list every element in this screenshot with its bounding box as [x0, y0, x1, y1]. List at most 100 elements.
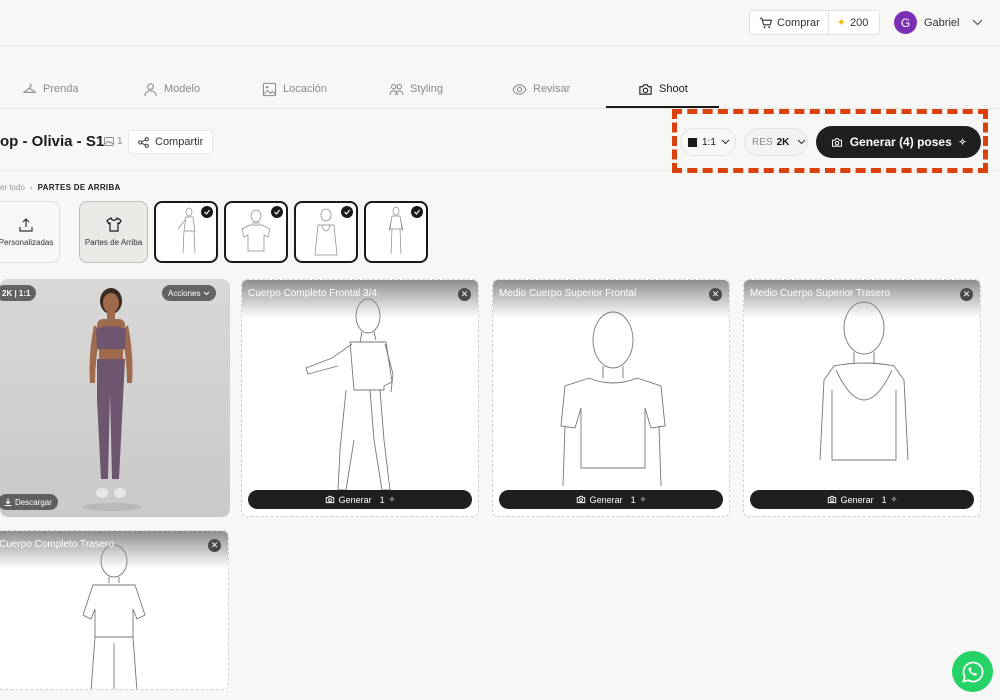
chevron-down-icon [721, 139, 730, 145]
generated-photo-card[interactable]: 2K | 1:1 Acciones Descargar [0, 279, 230, 517]
camera-icon [576, 495, 585, 504]
pose-thumbnail-2[interactable] [224, 201, 288, 263]
generate-label: Generar [338, 494, 372, 505]
sparkle-icon: ✧ [958, 136, 967, 147]
user-icon [144, 82, 157, 96]
breadcrumb-current: PARTES DE ARRIBA [37, 183, 121, 192]
pose-title: Medio Cuerpo Superior Trasero [750, 288, 891, 299]
user-name: Gabriel [924, 16, 960, 29]
check-icon [201, 206, 213, 218]
generate-pose-button[interactable]: Generar 1 ✧ [248, 490, 472, 509]
tab-label: Shoot [659, 83, 688, 95]
generate-pose-button[interactable]: Generar 1 ✧ [750, 490, 974, 509]
chevron-down-icon [797, 139, 806, 145]
generate-poses-button[interactable]: Generar (4) poses ✧ [816, 126, 981, 158]
pose-thumbnail-1[interactable] [154, 201, 218, 263]
image-count: 1 [104, 136, 123, 147]
pose-card-2: Medio Cuerpo Superior Frontal ✕ Generar … [492, 279, 730, 517]
breadcrumb-separator: › [29, 183, 33, 192]
camera-icon [827, 495, 836, 504]
category-label: Partes de Arriba [84, 238, 143, 247]
share-label: Compartir [155, 136, 204, 148]
generate-label: Generar [840, 494, 874, 505]
close-icon[interactable]: ✕ [960, 288, 973, 301]
card-header [744, 280, 980, 318]
close-icon[interactable]: ✕ [458, 288, 471, 301]
tab-prenda[interactable]: Prenda [22, 70, 78, 108]
close-icon[interactable]: ✕ [208, 539, 221, 552]
breadcrumb: er todo › PARTES DE ARRIBA [0, 183, 121, 192]
tab-label: Prenda [43, 83, 79, 95]
share-icon [138, 136, 149, 148]
tab-revisar[interactable]: Revisar [512, 70, 570, 108]
tab-styling[interactable]: Styling [389, 70, 443, 108]
cart-icon [759, 17, 772, 28]
tab-label: Styling [410, 83, 444, 95]
eye-icon [512, 83, 527, 95]
generate-label: Generar [589, 494, 623, 505]
top-bar: Comprar ✦ 200 G Gabriel [0, 0, 1000, 46]
image-icon [262, 82, 277, 96]
share-button[interactable]: Compartir [128, 130, 214, 154]
sparkle-icon: ✦ [836, 17, 847, 29]
pose-thumbnail-4[interactable] [364, 201, 428, 263]
pose-thumbnail-3[interactable] [294, 201, 358, 263]
res-prefix: RES [752, 136, 773, 148]
generate-count: 1 [881, 494, 887, 505]
chevron-down-icon [973, 19, 983, 26]
check-icon [411, 206, 423, 218]
pose-card-4: Cuerpo Completo Trasero ✕ [0, 530, 229, 690]
resolution-select[interactable]: RES 2K [744, 128, 808, 156]
generate-label: Generar (4) poses [849, 135, 952, 149]
camera-icon [325, 495, 334, 504]
category-label: Personalizadas [0, 237, 54, 247]
tab-label: Locación [283, 83, 328, 95]
tab-shoot[interactable]: Shoot [638, 70, 688, 108]
whatsapp-icon [961, 661, 983, 683]
ratio-value: 1:1 [702, 136, 716, 148]
download-icon [4, 498, 12, 506]
aspect-ratio-select[interactable]: 1:1 [680, 128, 736, 156]
square-icon [688, 137, 697, 147]
tab-label: Modelo [164, 83, 201, 95]
generate-count: 1 [379, 494, 385, 505]
category-partes-de-arriba[interactable]: Partes de Arriba [79, 201, 148, 263]
breadcrumb-parent[interactable]: er todo [0, 183, 25, 192]
generate-pose-button[interactable]: Generar 1 ✧ [499, 490, 723, 509]
actions-menu-button[interactable]: Acciones [162, 285, 217, 301]
chevron-down-icon [204, 291, 210, 295]
buy-button[interactable]: Comprar [750, 11, 829, 34]
pose-title: Medio Cuerpo Superior Frontal [499, 288, 637, 299]
tab-label: Revisar [533, 83, 571, 95]
card-header [242, 280, 478, 318]
upload-icon [19, 217, 33, 232]
actions-label: Acciones [168, 288, 201, 298]
users-icon [389, 83, 404, 95]
active-tab-indicator [606, 106, 719, 108]
check-icon [271, 206, 283, 218]
model-photo [82, 288, 142, 511]
pose-card-3: Medio Cuerpo Superior Trasero ✕ Generar … [743, 279, 981, 517]
close-icon[interactable]: ✕ [709, 288, 722, 301]
wizard-tabs: Prenda Modelo Locación Styling Revisar S… [0, 70, 1000, 109]
category-personalizadas[interactable]: Personalizadas [0, 201, 60, 263]
tab-modelo[interactable]: Modelo [143, 70, 200, 108]
card-header [0, 531, 228, 569]
pose-title: Cuerpo Completo Frontal 3/4 [248, 288, 377, 299]
buy-credits-group: Comprar ✦ 200 [749, 10, 880, 35]
card-header [493, 280, 729, 318]
camera-icon [639, 83, 652, 95]
user-menu[interactable]: G Gabriel [894, 10, 983, 35]
image-count-value: 1 [117, 136, 123, 147]
whatsapp-chat-button[interactable] [952, 651, 993, 692]
generate-count: 1 [630, 494, 636, 505]
camera-icon [831, 137, 842, 147]
tab-locacion[interactable]: Locación [262, 70, 327, 108]
download-button[interactable]: Descargar [0, 494, 58, 510]
pose-title: Cuerpo Completo Trasero [0, 539, 115, 550]
sparkle-icon: ✧ [890, 495, 898, 504]
credits-balance[interactable]: ✦ 200 [829, 16, 877, 30]
hanger-icon [22, 82, 37, 93]
buy-label: Comprar [777, 16, 820, 29]
sparkle-icon: ✧ [639, 495, 647, 504]
